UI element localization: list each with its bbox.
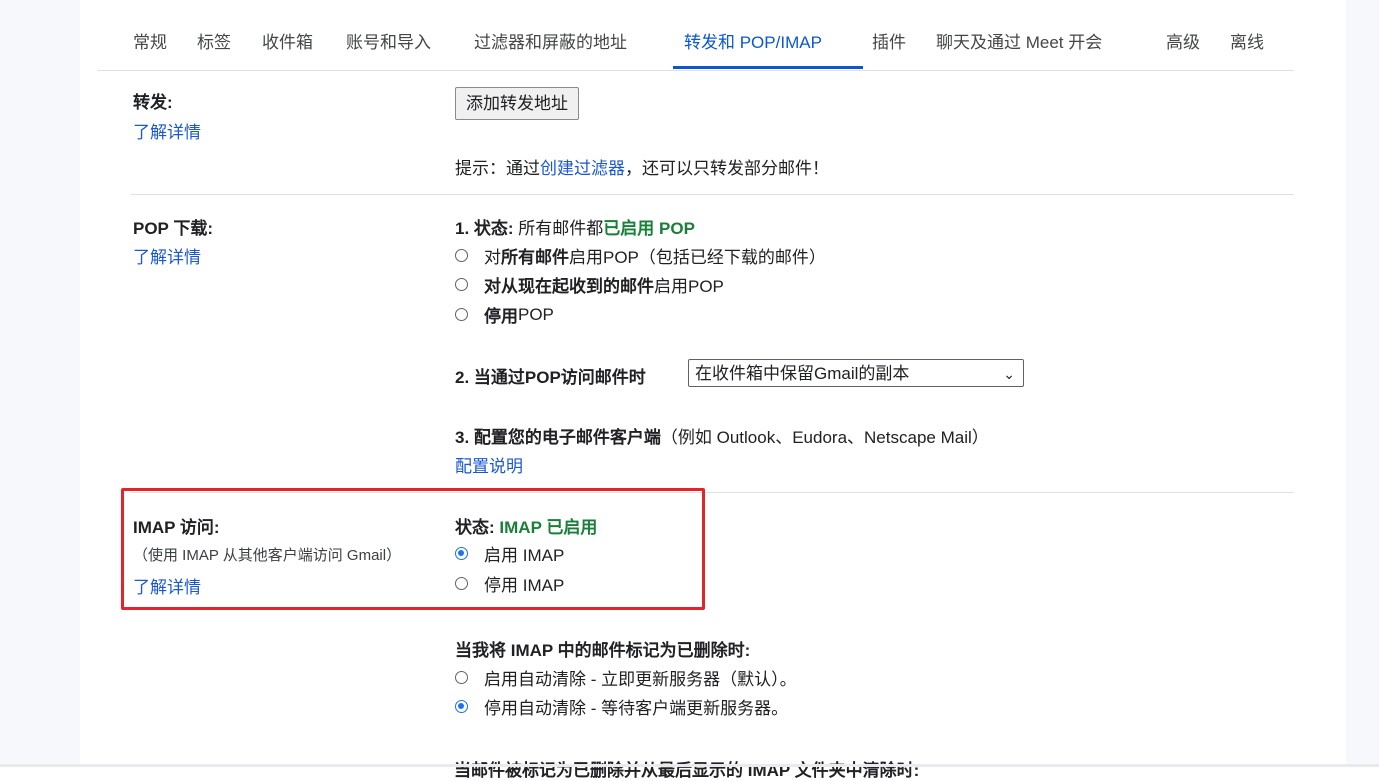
create-filter-link[interactable]: 创建过滤器 xyxy=(540,159,625,178)
tab-forwarding-pop-imap[interactable]: 转发和 POP/IMAP xyxy=(684,28,822,53)
pop-client-label: 3. 配置您的电子邮件客户端 xyxy=(455,428,661,447)
forwarding-tip-prefix: 提示：通过 xyxy=(455,159,540,178)
auto-expunge-on-label: 启用自动清除 - 立即更新服务器（默认）。 xyxy=(484,670,797,689)
imap-delete-heading: 当我将 IMAP 中的邮件标记为已删除时: xyxy=(455,641,751,660)
tab-labels[interactable]: 标签 xyxy=(197,28,231,53)
imap-expunge-heading: 当邮件被标记为已删除并从最后显示的 IMAP 文件夹中清除时: xyxy=(454,761,920,780)
pop-option-all[interactable]: 对所有邮件 启用POP（包括已经下载的邮件） xyxy=(455,243,826,268)
tab-chat-meet[interactable]: 聊天及通过 Meet 开会 xyxy=(936,28,1102,53)
pop-option-from-now[interactable]: 对从现在起收到的邮件 启用POP xyxy=(455,272,724,297)
radio-unchecked-icon[interactable] xyxy=(455,308,468,321)
pop-option-bold: 停用 xyxy=(484,307,518,326)
chevron-down-icon: ⌄ xyxy=(1003,366,1015,382)
pop-access-label: 2. 当通过POP访问邮件时 xyxy=(455,368,646,387)
settings-panel: 常规 标签 收件箱 账号和导入 过滤器和屏蔽的地址 转发和 POP/IMAP 插… xyxy=(97,0,1346,767)
pop-label: POP 下载: xyxy=(133,219,213,238)
pop-client-hint: （例如 Outlook、Eudora、Netscape Mail） xyxy=(660,428,989,447)
tab-addons[interactable]: 插件 xyxy=(872,28,906,53)
pop-option-bold: 所有邮件 xyxy=(501,248,569,267)
divider xyxy=(131,194,1294,195)
radio-unchecked-icon[interactable] xyxy=(455,249,468,262)
pop-client-config: 3. 配置您的电子邮件客户端（例如 Outlook、Eudora、Netscap… xyxy=(455,423,989,448)
tab-general[interactable]: 常规 xyxy=(133,28,167,53)
tab-accounts-import[interactable]: 账号和导入 xyxy=(346,28,431,53)
auto-expunge-off-option[interactable]: 停用自动清除 - 等待客户端更新服务器。 xyxy=(455,694,788,719)
pop-status: 1. 状态: 所有邮件都已启用 POP xyxy=(455,214,695,239)
pop-status-text: 所有邮件都 xyxy=(518,219,604,238)
imap-highlight-box xyxy=(121,488,705,610)
auto-expunge-on-option[interactable]: 启用自动清除 - 立即更新服务器（默认）。 xyxy=(455,665,797,690)
active-tab-indicator xyxy=(673,66,863,69)
forwarding-label: 转发: xyxy=(133,93,173,112)
forwarding-tip-suffix: ，还可以只转发部分邮件！ xyxy=(625,159,829,178)
pop-learn-more-link[interactable]: 了解详情 xyxy=(133,243,201,268)
auto-expunge-off-label: 停用自动清除 - 等待客户端更新服务器。 xyxy=(484,699,789,718)
tab-advanced[interactable]: 高级 xyxy=(1166,28,1200,53)
pop-option-prefix: 对 xyxy=(484,248,501,267)
tab-offline[interactable]: 离线 xyxy=(1230,28,1264,53)
right-gutter xyxy=(1346,0,1379,767)
left-gutter xyxy=(0,0,80,767)
pop-option-suffix: 启用POP（包括已经下载的邮件） xyxy=(569,248,826,267)
forwarding-learn-more-link[interactable]: 了解详情 xyxy=(133,118,201,143)
radio-unchecked-icon[interactable] xyxy=(455,671,468,684)
pop-status-value: 已启用 POP xyxy=(603,219,695,238)
tab-inbox[interactable]: 收件箱 xyxy=(262,28,313,53)
forwarding-tip: 提示：通过创建过滤器，还可以只转发部分邮件！ xyxy=(455,154,829,179)
radio-unchecked-icon[interactable] xyxy=(455,278,468,291)
pop-access-selected: 在收件箱中保留Gmail的副本 xyxy=(695,364,910,383)
tab-filters-blocked[interactable]: 过滤器和屏蔽的地址 xyxy=(474,28,627,53)
pop-access-select[interactable]: 在收件箱中保留Gmail的副本 ⌄ xyxy=(688,359,1024,387)
pop-option-disable[interactable]: 停用 POP xyxy=(455,302,554,327)
pop-status-prefix: 1. 状态: xyxy=(455,219,514,238)
add-forwarding-address-button[interactable]: 添加转发地址 xyxy=(455,87,579,120)
radio-checked-icon[interactable] xyxy=(455,700,468,713)
pop-option-bold: 对从现在起收到的邮件 xyxy=(484,277,654,296)
pop-option-suffix: POP xyxy=(518,304,554,324)
config-instructions-link[interactable]: 配置说明 xyxy=(455,452,523,477)
pop-option-suffix: 启用POP xyxy=(654,277,724,296)
settings-tabs: 常规 标签 收件箱 账号和导入 过滤器和屏蔽的地址 转发和 POP/IMAP 插… xyxy=(97,0,1294,71)
